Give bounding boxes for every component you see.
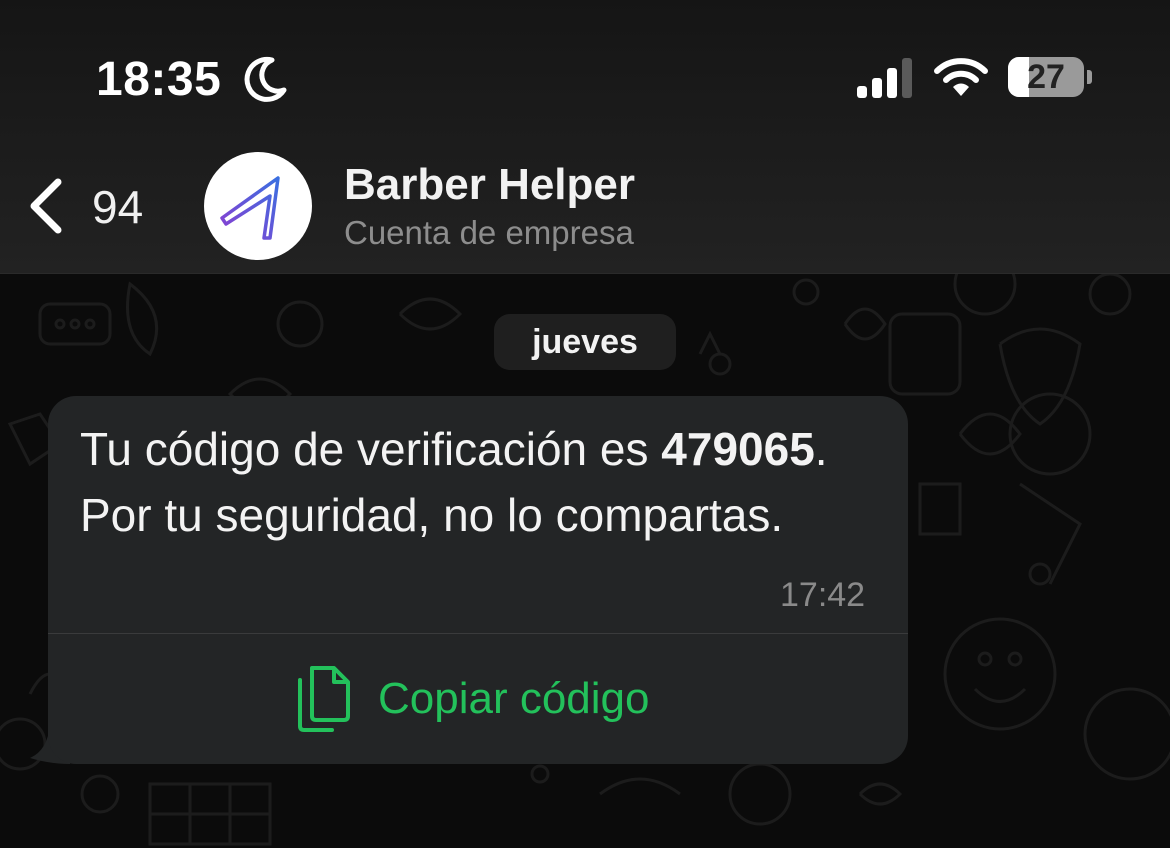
avatar[interactable]	[204, 152, 312, 260]
back-button[interactable]: 94	[20, 170, 160, 240]
battery-level: 27	[1027, 58, 1065, 96]
date-separator: jueves	[494, 314, 676, 370]
contact-name[interactable]: Barber Helper	[344, 160, 635, 210]
top-bar: 18:35 27 94 Barber Helper Cuenta de empr…	[0, 0, 1170, 274]
message-text[interactable]: Tu código de verificación es 479065. Por…	[80, 416, 880, 548]
wifi-icon	[934, 58, 988, 96]
unread-count: 94	[92, 181, 144, 233]
battery-cap	[1087, 70, 1092, 84]
moon-icon	[244, 56, 287, 102]
chevron-left-icon	[30, 178, 62, 234]
barber-helper-logo	[220, 176, 280, 240]
contact-subtitle: Cuenta de empresa	[344, 214, 634, 251]
copy-icon	[298, 666, 350, 732]
chat-area[interactable]: jueves Tu código de verificación es 4790…	[0, 274, 1170, 848]
battery-icon: 27	[1008, 57, 1084, 97]
verification-code[interactable]: 479065	[661, 423, 815, 475]
message-time: 17:42	[780, 576, 866, 614]
signal-icon	[857, 58, 912, 98]
copy-code-label: Copiar código	[378, 674, 650, 723]
status-time: 18:35	[96, 53, 222, 106]
message-bubble[interactable]: Tu código de verificación es 479065. Por…	[48, 396, 908, 764]
message-text-before: Tu código de verificación es	[80, 423, 662, 475]
copy-code-button[interactable]: Copiar código	[48, 634, 908, 764]
